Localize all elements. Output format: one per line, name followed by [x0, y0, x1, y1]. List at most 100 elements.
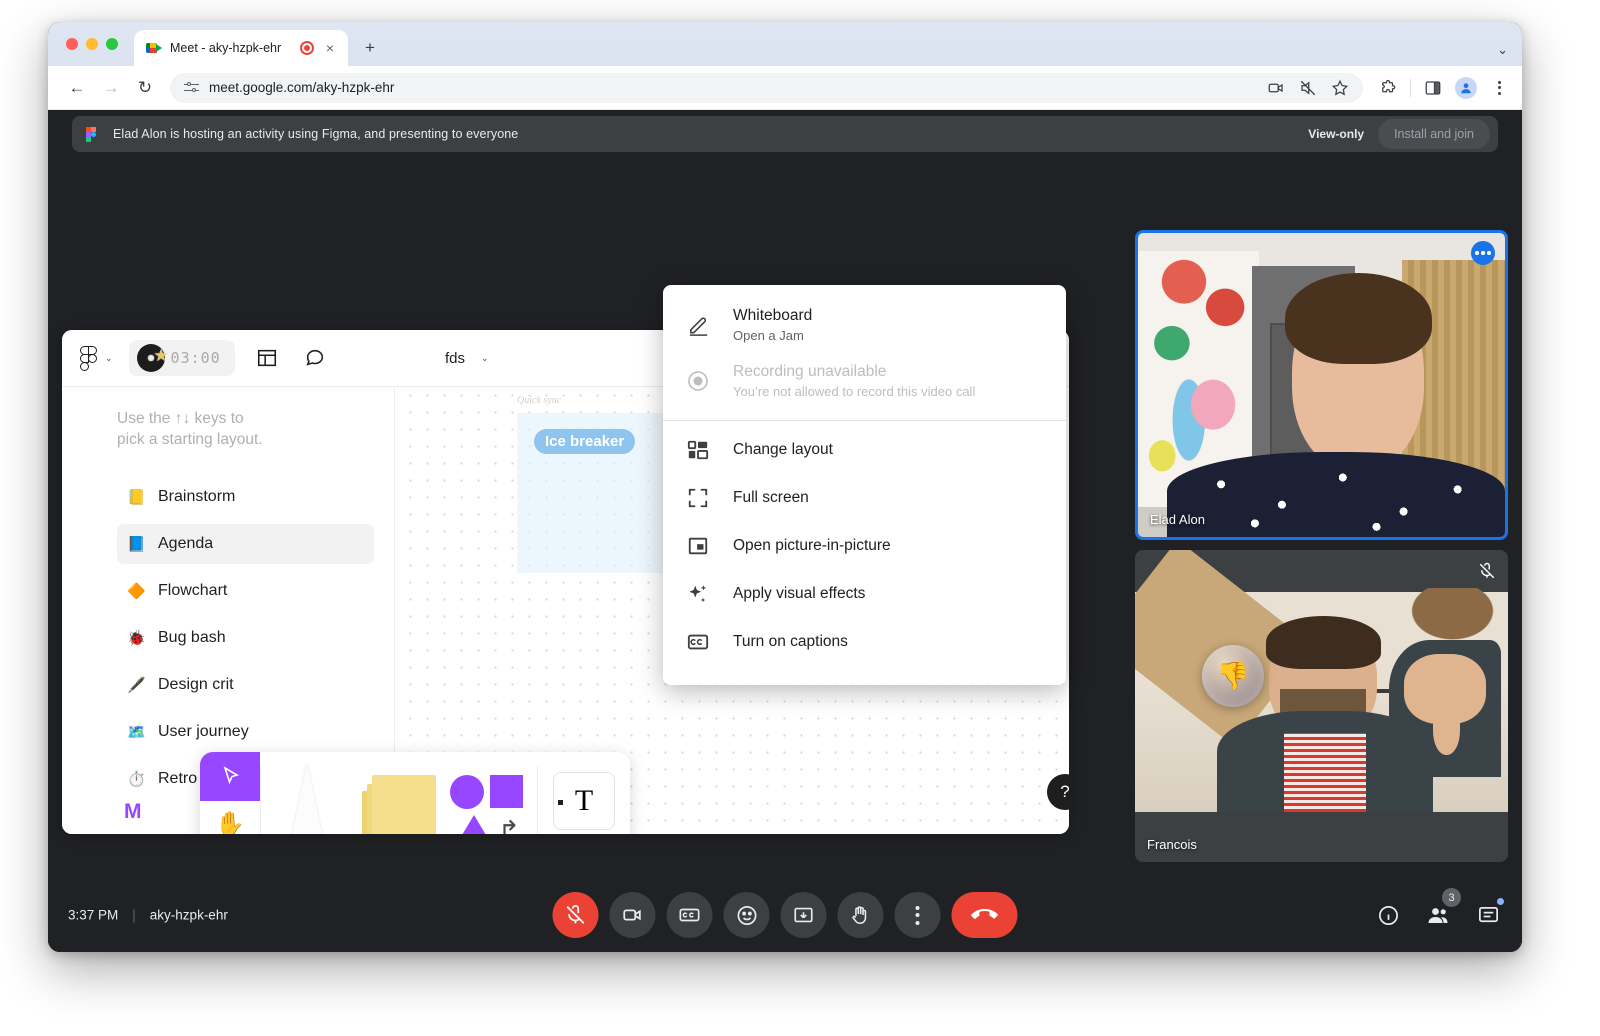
- microphone-muted-button[interactable]: [552, 892, 599, 938]
- more-options-icon[interactable]: [1471, 241, 1495, 265]
- video-tile-francois[interactable]: 👎 Francois: [1135, 550, 1508, 862]
- canvas-text-fragment: M: [124, 800, 142, 823]
- menu-item-subtitle: You’re not allowed to record this video …: [733, 384, 976, 399]
- side-panel-icon[interactable]: [1424, 79, 1442, 97]
- figma-keyboard-hint: Use the ↑↓ keys to pick a starting layou…: [117, 410, 263, 448]
- tune-icon[interactable]: [184, 80, 199, 95]
- figma-logo-icon[interactable]: [80, 345, 98, 371]
- browser-window: Meet - aky-hzpk-ehr × + ⌄ ← → ↻ meet.goo…: [48, 22, 1522, 952]
- menu-item-full-screen[interactable]: Full screen: [663, 474, 1066, 522]
- template-item-bug-bash[interactable]: 🐞 Bug bash: [117, 618, 374, 658]
- extensions-puzzle-icon[interactable]: [1379, 79, 1397, 97]
- menu-item-title: Open picture-in-picture: [733, 537, 891, 554]
- template-label: User journey: [158, 722, 249, 740]
- timer-icon: ⏱️: [127, 770, 146, 788]
- text-tool-icon[interactable]: T: [538, 752, 630, 834]
- address-bar-url: meet.google.com/aky-hzpk-ehr: [209, 80, 395, 95]
- toolbar-divider: [1410, 78, 1411, 97]
- bookmark-star-icon[interactable]: [1331, 79, 1349, 97]
- close-window-button[interactable]: [66, 38, 78, 50]
- camera-button[interactable]: [609, 892, 656, 938]
- forward-button[interactable]: →: [96, 73, 126, 103]
- install-and-join-button[interactable]: Install and join: [1378, 119, 1490, 149]
- menu-item-change-layout[interactable]: Change layout: [663, 426, 1066, 474]
- pencil-icon: [685, 314, 711, 337]
- chat-unread-indicator: [1497, 898, 1504, 905]
- people-panel-button[interactable]: 3: [1424, 888, 1461, 929]
- profile-avatar-icon[interactable]: [1455, 76, 1477, 99]
- raise-hand-button[interactable]: [837, 892, 884, 938]
- template-label: Agenda: [158, 534, 214, 552]
- minimize-window-button[interactable]: [86, 38, 98, 50]
- pen-tool-icon[interactable]: [261, 752, 353, 834]
- back-button[interactable]: ←: [62, 73, 92, 103]
- present-button[interactable]: [780, 892, 827, 938]
- meet-right-controls: 3: [1374, 888, 1504, 929]
- more-options-button[interactable]: [894, 892, 941, 938]
- meeting-info-button[interactable]: [1374, 901, 1402, 929]
- reload-button[interactable]: ↻: [130, 73, 160, 103]
- brainstorm-icon: 📒: [127, 488, 146, 506]
- participant-video-feed: 👎: [1135, 550, 1508, 812]
- figma-timer-widget[interactable]: ★ 03:00: [128, 340, 235, 376]
- change-layout-icon: [685, 439, 711, 461]
- board-caption: Quick sync: [517, 395, 562, 406]
- full-screen-icon: [685, 487, 711, 509]
- menu-item-visual-effects[interactable]: Apply visual effects: [663, 570, 1066, 618]
- browser-tab[interactable]: Meet - aky-hzpk-ehr ×: [134, 30, 348, 66]
- menu-item-captions[interactable]: Turn on captions: [663, 618, 1066, 666]
- close-tab-button[interactable]: ×: [322, 40, 338, 56]
- menu-item-subtitle: Open a Jam: [733, 328, 804, 343]
- address-bar[interactable]: meet.google.com/aky-hzpk-ehr: [170, 72, 1363, 103]
- comment-bubble-icon[interactable]: [299, 342, 331, 374]
- tab-title: Meet - aky-hzpk-ehr: [170, 41, 282, 55]
- video-tile-elad-alon[interactable]: Elad Alon: [1135, 230, 1508, 540]
- muted-speaker-icon[interactable]: [1299, 79, 1317, 97]
- template-item-design-crit[interactable]: 🖋️ Design crit: [117, 665, 374, 705]
- bug-icon: 🐞: [127, 629, 146, 647]
- menu-item-title: Apply visual effects: [733, 585, 866, 602]
- captions-button[interactable]: [666, 892, 713, 938]
- reaction-thumbs-down-icon: 👎: [1202, 644, 1265, 707]
- picture-in-picture-icon: [685, 535, 711, 557]
- template-label: Flowchart: [158, 581, 228, 599]
- template-item-brainstorm[interactable]: 📒 Brainstorm: [117, 477, 374, 517]
- browser-toolbar: ← → ↻ meet.google.com/aky-hzpk-ehr: [48, 66, 1522, 110]
- window-traffic-lights[interactable]: [66, 38, 118, 50]
- menu-item-title: Turn on captions: [733, 633, 848, 650]
- chat-panel-button[interactable]: [1474, 898, 1504, 929]
- template-item-flowchart[interactable]: 🔶 Flowchart: [117, 571, 374, 611]
- selection-tool-group[interactable]: ✋: [200, 752, 260, 834]
- star-icon: ★: [153, 346, 169, 365]
- end-call-button[interactable]: [951, 892, 1018, 938]
- layout-panel-icon[interactable]: [251, 342, 283, 374]
- template-item-user-journey[interactable]: 🗺️ User journey: [117, 712, 374, 752]
- shapes-tool-icon[interactable]: ↱: [445, 752, 537, 834]
- meet-bottom-bar: 3:37 PM | aky-hzpk-ehr 3: [48, 878, 1522, 952]
- activity-banner: Elad Alon is hosting an activity using F…: [72, 116, 1498, 152]
- menu-item-whiteboard[interactable]: Whiteboard Open a Jam: [663, 297, 1066, 353]
- browser-tab-strip: Meet - aky-hzpk-ehr × + ⌄: [48, 22, 1522, 66]
- hand-tool-icon[interactable]: ✋: [200, 801, 260, 834]
- current-time: 3:37 PM: [68, 907, 119, 923]
- tabstrip-menu-button[interactable]: ⌄: [1497, 42, 1508, 58]
- recording-dot-icon: [300, 41, 314, 55]
- kebab-menu-icon[interactable]: [1490, 80, 1508, 95]
- meet-more-options-menu: Whiteboard Open a Jam Recording unavaila…: [663, 285, 1066, 685]
- figma-file-name-menu[interactable]: fds ⌄: [445, 350, 489, 367]
- camera-icon[interactable]: [1267, 79, 1285, 97]
- figma-logo-chevron-down-icon[interactable]: ⌄: [105, 353, 113, 364]
- board-column: Ice breaker: [517, 413, 677, 573]
- menu-item-picture-in-picture[interactable]: Open picture-in-picture: [663, 522, 1066, 570]
- maximize-window-button[interactable]: [106, 38, 118, 50]
- menu-item-title: Recording unavailable: [733, 363, 887, 380]
- reactions-button[interactable]: [723, 892, 770, 938]
- file-chevron-down-icon[interactable]: ⌄: [481, 353, 489, 364]
- meeting-meta: 3:37 PM | aky-hzpk-ehr: [68, 908, 228, 923]
- cursor-tool-icon[interactable]: [200, 752, 260, 801]
- template-item-agenda[interactable]: 📘 Agenda: [117, 523, 374, 564]
- people-count-badge: 3: [1442, 888, 1461, 907]
- new-tab-button[interactable]: +: [356, 34, 384, 62]
- record-circle-icon: [685, 369, 711, 393]
- sticky-note-tool-icon[interactable]: [353, 752, 445, 834]
